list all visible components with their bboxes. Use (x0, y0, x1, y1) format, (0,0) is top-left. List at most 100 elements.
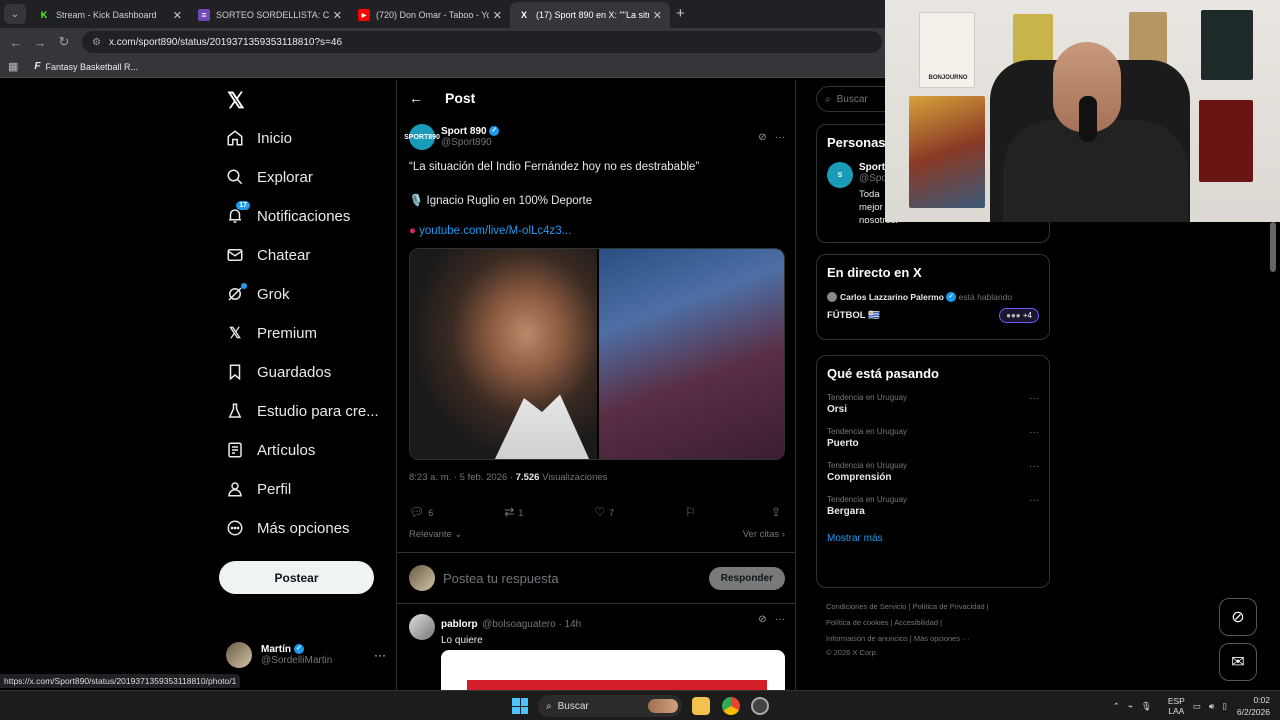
trend-item[interactable]: Tendencia en Uruguay Orsi ··· (827, 393, 1039, 415)
share-button[interactable]: ⇪ (771, 505, 785, 519)
avatar[interactable]: SPORT890 (404, 124, 440, 150)
sidebar-item-inicio[interactable]: Inicio (226, 129, 292, 147)
list-item[interactable]: pablorp @bolsoaguatero · 14h Lo quiere ⊘… (409, 614, 785, 646)
footer-links[interactable]: Condiciones de Servicio | Política de Pr… (826, 602, 989, 611)
sidebar-item-grok[interactable]: Grok (226, 283, 290, 303)
grok-icon[interactable]: ⊘ (758, 614, 766, 625)
post-image[interactable] (409, 248, 785, 460)
grok-icon[interactable]: ⊘ (758, 132, 766, 143)
live-host[interactable]: Carlos Lazzarino Palermo (840, 292, 944, 302)
taskbar-search[interactable]: ⌕ Buscar (538, 695, 682, 717)
sidebar-item-mas-opciones[interactable]: Más opciones (226, 519, 350, 537)
site-settings-icon[interactable]: ⚙ (92, 37, 101, 48)
trend-item[interactable]: Tendencia en Uruguay Puerto ··· (827, 427, 1039, 449)
forward-icon[interactable]: → (28, 35, 52, 50)
more-dots-icon[interactable]: ··· (1029, 393, 1039, 404)
personas-name[interactable]: Sport (859, 162, 887, 173)
back-icon[interactable]: ← (4, 35, 28, 50)
scrollbar-thumb[interactable] (1270, 222, 1276, 272)
forms-favicon-icon: ≡ (198, 9, 210, 21)
avatar[interactable] (409, 614, 435, 640)
live-listeners-pill[interactable]: ●●● +4 (999, 308, 1039, 323)
post-image-right[interactable] (597, 249, 784, 459)
more-dots-icon[interactable]: ··· (1029, 461, 1039, 472)
reply-button[interactable]: 💬︎ 6 (409, 505, 433, 519)
tab-youtube[interactable]: ▶ (720) Don Omar - Taboo - YouTube ✕ (350, 2, 510, 28)
new-tab-icon[interactable]: + (676, 5, 685, 22)
post-timestamp[interactable]: 8:23 a. m. · 5 feb. 2026 · (409, 472, 516, 483)
network-icon[interactable]: ⌁ (1128, 701, 1133, 712)
clock[interactable]: 0:02 6/2/2026 (1237, 694, 1270, 718)
messages-fab-icon[interactable]: ✉ (1219, 643, 1257, 681)
sidebar-item-chatear[interactable]: Chatear (226, 246, 310, 264)
reply-input[interactable]: Postea tu respuesta (443, 571, 559, 586)
author-name[interactable]: Sport 890 (441, 126, 487, 137)
author-handle[interactable]: @Sport890 (441, 137, 499, 148)
show-more-link[interactable]: Mostrar más (827, 533, 1039, 544)
sidebar-item-explorar[interactable]: Explorar (226, 168, 313, 186)
sidebar-item-label: Perfil (257, 480, 292, 498)
bookmark-fantasy[interactable]: Fantasy Basketball R... (46, 62, 139, 72)
tab-sorteo[interactable]: ≡ SORTEO SORDELLISTA: CAMISETA ✕ (190, 2, 350, 28)
file-explorer-icon[interactable] (692, 697, 710, 715)
close-icon[interactable]: ✕ (493, 9, 502, 22)
sort-dropdown[interactable]: Relevante ⌄ (409, 529, 462, 540)
volume-icon[interactable]: 🔊︎ (1209, 701, 1214, 712)
windows-start-icon[interactable] (512, 698, 528, 714)
microphone (1079, 96, 1097, 142)
post-image-left[interactable] (410, 249, 597, 459)
microphone-icon[interactable]: 🎙︎ (1141, 701, 1152, 712)
battery-icon[interactable]: ▯ (1222, 701, 1227, 712)
x-icon: 𝕏 (228, 325, 242, 342)
like-button[interactable]: ♡ 7 (594, 505, 614, 519)
bookmark-button[interactable]: ⚐ (685, 505, 700, 519)
x-logo-icon[interactable]: 𝕏 (227, 88, 245, 114)
avatar (827, 292, 837, 302)
more-dots-icon[interactable]: ··· (1029, 495, 1039, 506)
sidebar-item-estudio[interactable]: Estudio para cre... (226, 402, 379, 420)
live-topic[interactable]: FÚTBOL 🇺🇾 (827, 310, 880, 321)
copyright: © 2026 X Corp. (826, 648, 878, 657)
post-link[interactable]: youtube.com/live/M-olLc4z3... (419, 225, 571, 237)
footer-links[interactable]: Información de anuncios | Más opciones ·… (826, 634, 970, 643)
repost-button[interactable]: ⇄ 1 (504, 505, 523, 519)
tab-x-post[interactable]: X (17) Sport 890 en X: ""La situació ✕ (510, 2, 670, 28)
comment-author[interactable]: pablorp (441, 619, 478, 630)
url-bar[interactable]: ⚙ x.com/sport890/status/2019371359353118… (82, 31, 882, 53)
more-dots-icon[interactable]: ··· (374, 648, 386, 662)
avatar[interactable]: S (827, 162, 853, 188)
sidebar-item-perfil[interactable]: Perfil (226, 480, 291, 498)
tab-kick[interactable]: K Stream - Kick Dashboard ✕ (30, 2, 190, 28)
heart-icon: ♡ (594, 505, 606, 519)
more-dots-icon[interactable]: ··· (1029, 427, 1039, 438)
reload-icon[interactable]: ↻ (52, 34, 76, 50)
language-indicator[interactable]: ESP LAA (1160, 696, 1185, 716)
close-icon[interactable]: ✕ (173, 9, 182, 22)
comment-image[interactable] (441, 650, 785, 690)
windows-taskbar: ⌕ Buscar ⌃ ⌁ 🎙︎ ESP LAA ▭ 🔊︎ ▯ 0:02 6/2/2… (0, 690, 1280, 720)
trend-item[interactable]: Tendencia en Uruguay Bergara ··· (827, 495, 1039, 517)
chrome-icon[interactable] (722, 697, 740, 715)
post-button[interactable]: Postear (219, 561, 374, 594)
quotes-link[interactable]: Ver citas › (743, 529, 785, 540)
chevron-up-icon[interactable]: ⌃ (1113, 701, 1120, 712)
reply-submit-button[interactable]: Responder (708, 566, 785, 590)
sidebar-item-guardados[interactable]: Guardados (226, 363, 331, 381)
tab-search-dropdown[interactable]: ⌄ (4, 4, 26, 24)
grok-fab-icon[interactable]: ⊘ (1219, 598, 1257, 636)
app-icon[interactable] (751, 697, 769, 715)
back-arrow-icon[interactable]: ← (409, 90, 423, 106)
sidebar-item-label: Estudio para cre... (257, 402, 379, 420)
sidebar-item-premium[interactable]: 𝕏 Premium (226, 324, 317, 343)
close-icon[interactable]: ✕ (653, 9, 662, 22)
account-switcher[interactable]: Martín ✓ @SordelliMartin ··· (226, 642, 386, 668)
display-icon[interactable]: ▭ (1193, 701, 1201, 712)
sidebar-item-notificaciones[interactable]: 17 Notificaciones (226, 201, 350, 225)
close-icon[interactable]: ✕ (333, 9, 342, 22)
apps-grid-icon[interactable]: ▦ (8, 60, 18, 73)
more-dots-icon[interactable]: ··· (775, 614, 785, 625)
trend-item[interactable]: Tendencia en Uruguay Comprensión ··· (827, 461, 1039, 483)
footer-links[interactable]: Política de cookies | Accesibilidad | (826, 618, 942, 627)
more-dots-icon[interactable]: ··· (775, 132, 785, 143)
sidebar-item-articulos[interactable]: Artículos (226, 441, 315, 459)
